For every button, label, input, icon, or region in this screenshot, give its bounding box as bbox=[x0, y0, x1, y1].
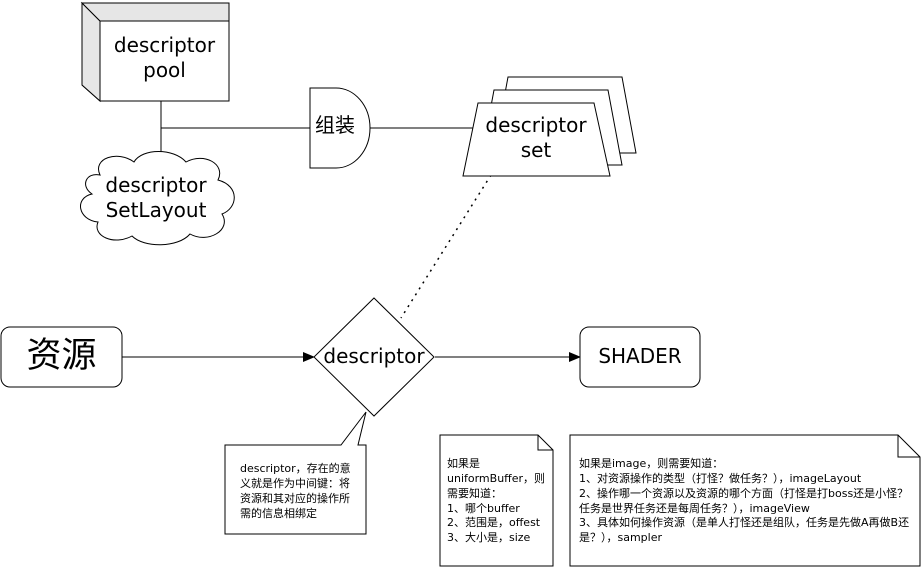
descriptor-label: descriptor bbox=[323, 344, 425, 368]
descriptor-callout-text: descriptor，存在的意义就是作为中间键：将资源和其对应的操作所需的信息相… bbox=[240, 462, 351, 520]
set-to-descriptor-dotted-line bbox=[400, 174, 492, 319]
shader-label: SHADER bbox=[598, 344, 682, 368]
descriptor-set-label: descriptor set bbox=[485, 113, 587, 162]
set-layout-label: descriptor SetLayout bbox=[105, 173, 207, 222]
image-note-text: 如果是image，则需要知道： 1、对资源操作的类型（打怪？做任务？），imag… bbox=[579, 457, 910, 545]
uniform-buffer-note-text: 如果是uniformBuffer，则需要知道： 1、哪个buffer 2、范围是… bbox=[447, 457, 546, 545]
assemble-label: 组装 bbox=[315, 113, 355, 137]
resource-label: 资源 bbox=[26, 336, 97, 376]
descriptor-pool-label: descriptor pool bbox=[113, 33, 216, 82]
